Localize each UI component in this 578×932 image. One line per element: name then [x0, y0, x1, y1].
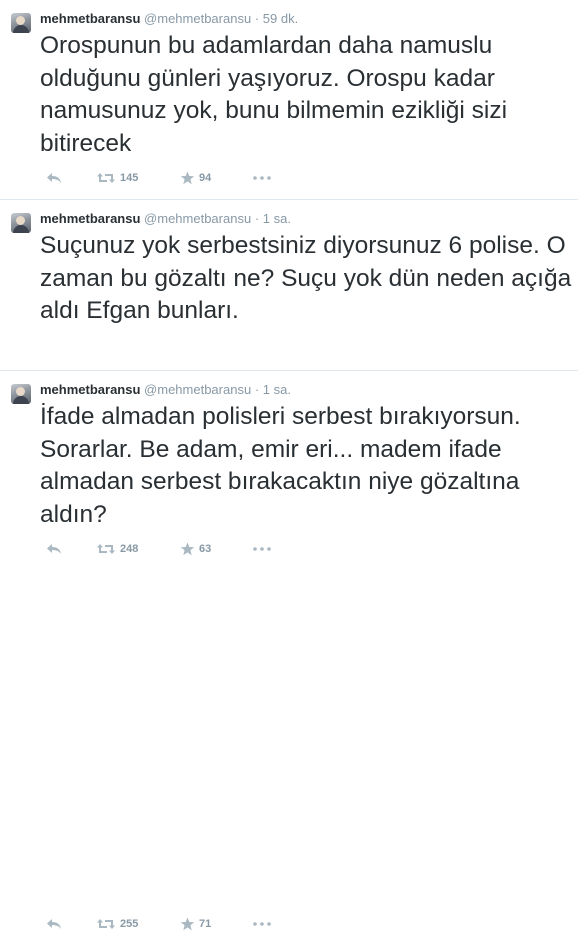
tweet-username[interactable]: @mehmetbaransu — [144, 382, 251, 397]
ellipsis-icon — [253, 922, 271, 926]
favorite-button[interactable]: 94 — [180, 170, 211, 186]
tweet-username[interactable]: @mehmetbaransu — [144, 211, 251, 226]
retweet-icon — [97, 919, 115, 929]
avatar[interactable] — [11, 13, 31, 33]
tweet-timestamp[interactable]: 1 sa. — [263, 382, 291, 397]
tweet[interactable]: mehmetbaransu @mehmetbaransu · 59 dk. Or… — [0, 0, 578, 200]
retweet-count: 145 — [120, 172, 139, 184]
retweet-button[interactable]: 145 — [96, 170, 138, 186]
tweet-header: mehmetbaransu @mehmetbaransu · 1 sa. — [40, 211, 291, 227]
tweet[interactable]: mehmetbaransu @mehmetbaransu · 1 sa. Suç… — [0, 200, 578, 556]
tweet-timestamp[interactable]: 59 dk. — [263, 11, 298, 26]
header-separator: · — [254, 11, 260, 26]
tweet-text: İfade almadan polisleri serbest bırakıyo… — [40, 403, 521, 528]
retweet-button[interactable]: 255 — [96, 916, 138, 932]
favorite-count: 94 — [199, 172, 212, 184]
more-button[interactable] — [253, 170, 271, 186]
reply-button[interactable] — [46, 916, 62, 932]
tweet-text: Orospunun bu adamlardan daha namuslu old… — [40, 32, 508, 157]
favorite-count: 71 — [199, 918, 212, 930]
star-icon — [180, 917, 195, 931]
ellipsis-icon — [253, 176, 271, 180]
header-separator: · — [254, 382, 260, 397]
tweet-timestamp[interactable]: 1 sa. — [263, 211, 291, 226]
avatar[interactable] — [11, 384, 31, 404]
tweet-fullname[interactable]: mehmetbaransu — [40, 11, 140, 26]
tweet-fullname[interactable]: mehmetbaransu — [40, 211, 140, 226]
tweet-username[interactable]: @mehmetbaransu — [144, 11, 251, 26]
favorite-button[interactable]: 71 — [180, 916, 211, 932]
retweet-count: 255 — [120, 918, 139, 930]
header-separator: · — [254, 211, 260, 226]
reply-icon — [47, 919, 61, 929]
retweet-icon — [97, 173, 115, 183]
avatar[interactable] — [11, 213, 31, 233]
reply-icon — [47, 173, 61, 183]
tweet-header: mehmetbaransu @mehmetbaransu · 59 dk. — [40, 11, 298, 27]
more-button[interactable] — [253, 916, 271, 932]
tweet[interactable]: mehmetbaransu @mehmetbaransu · 1 sa. İfa… — [0, 371, 578, 931]
tweet-fullname[interactable]: mehmetbaransu — [40, 382, 140, 397]
tweet-text: Suçunuz yok serbestsiniz diyorsunuz 6 po… — [40, 232, 572, 324]
tweet-header: mehmetbaransu @mehmetbaransu · 1 sa. — [40, 382, 291, 398]
reply-button[interactable] — [46, 170, 62, 186]
star-icon — [180, 171, 195, 185]
